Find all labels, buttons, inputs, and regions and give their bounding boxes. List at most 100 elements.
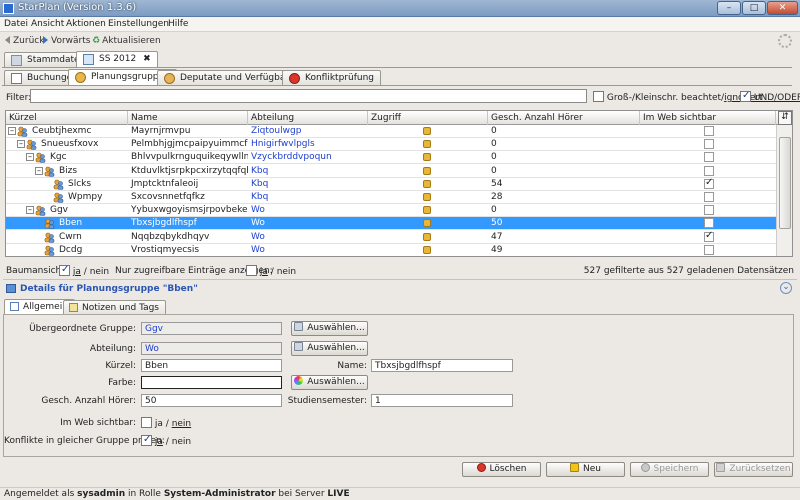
semester-field[interactable]: 1 [371,394,513,407]
column-header-kuerzel[interactable]: Kürzel [6,111,128,125]
case-sensitive-option[interactable]: Groß-/Kleinschr. beachtet/ignoriert [593,91,763,103]
cell-abteilung[interactable]: Wo [248,217,368,230]
web-visible-checkbox[interactable] [704,205,714,216]
details-title: Details für Planungsgruppe "Bben" [20,284,198,294]
cell-name: Nqqbzqbykdhqyv [131,231,210,242]
cell-abteilung[interactable]: Wo [248,204,368,217]
column-header-abteilung[interactable]: Abteilung [248,111,368,125]
menu-hilfe[interactable]: Hilfe [168,19,188,29]
web-visible-checkbox[interactable] [704,177,714,189]
cell-name: Tbxsjbgdlfhspf [131,218,197,229]
choose-color-button[interactable]: Auswählen... [291,375,368,390]
web-visible-checkbox[interactable] [704,139,714,150]
table-row[interactable]: – Ggv Yybuxwgoyismsjrpovbekeduzk...Wo 0 [6,204,776,218]
conflict-check-checkbox[interactable] [141,434,152,446]
minimize-button[interactable]: – [717,1,741,15]
table-row[interactable]: – Snueusfxovx Pelmbhjgjmcpaipyuimmcf Hnigir… [6,138,776,152]
cell-abteilung[interactable]: Wo [248,244,368,256]
table-row[interactable]: Cwrn Nqqbzqbykdhqyv Wo 47 [6,230,776,244]
table-row[interactable]: Slcks Jmptcktnfaleoij Kbq 54 [6,177,776,191]
close-tab-icon[interactable]: ✖ [143,54,151,64]
lock-icon [423,206,431,215]
cell-name: Mayrnjrmvpu [131,126,191,136]
conflict-check-option[interactable]: ja / nein [141,434,191,447]
close-button[interactable]: ✕ [767,1,798,15]
cell-abteilung[interactable]: Kbq [248,178,368,191]
tab-ss-2012[interactable]: SS 2012 ✖ [76,51,158,67]
tab-konfliktpruefung[interactable]: Konfliktprüfung [282,70,381,85]
cell-kuerzel: Slcks [68,178,92,189]
column-header-hoerer[interactable]: Gesch. Anzahl Hörer [488,111,640,125]
lock-icon [423,153,431,162]
tree-view-checkbox[interactable] [59,264,70,276]
column-header-zugriff[interactable]: Zugriff [368,111,488,125]
collapse-details-icon[interactable]: ⌄ [780,282,792,294]
only-accessible-checkbox[interactable] [246,265,257,276]
save-button[interactable]: Speichern [630,462,709,477]
and-or-checkbox[interactable] [740,90,751,102]
table-row[interactable]: Bben Tbxsjbgdlfhspf Wo 50 [6,217,776,231]
department-field[interactable]: Wo [141,342,282,355]
filter-input[interactable] [30,89,587,103]
column-header-name[interactable]: Name [128,111,248,125]
booking-icon [11,73,22,84]
web-visible-checkbox[interactable] [704,192,714,202]
menu-einstellungen[interactable]: Einstellungen [108,19,169,29]
web-visible-checkbox[interactable] [704,165,714,176]
cell-abteilung[interactable]: Kbq [248,165,368,178]
cell-abteilung[interactable]: Kbq [248,191,368,204]
menu-ansicht[interactable]: Ansicht [31,19,64,29]
cell-abteilung[interactable]: Ziqtoulwgp [248,125,368,138]
choose-department-button[interactable]: Auswählen... [291,341,368,356]
tab-notizen[interactable]: Notizen und Tags [63,300,167,315]
column-header-web[interactable]: Im Web sichtbar [640,111,776,125]
color-field[interactable] [141,376,282,389]
and-or-option[interactable]: UND/ODER [740,90,800,103]
tree-toggle-icon[interactable]: – [26,153,34,162]
table-row[interactable]: Wpmpy Sxcovsnnetfqfkz Kbq 28 [6,191,776,204]
web-visible-checkbox[interactable] [704,218,714,229]
web-visible-checkbox[interactable] [704,230,714,242]
refresh-button[interactable]: ♻ Aktualisieren [92,36,161,46]
web-visible-checkbox[interactable] [704,244,714,255]
web-visible-option[interactable]: ja / nein [141,417,191,429]
planning-groups-table[interactable]: Kürzel Name Abteilung Zugriff Gesch. Anz… [5,110,793,257]
department-label: Abteilung: [89,344,136,354]
only-accessible-option[interactable]: ja / nein [246,265,296,277]
delete-button[interactable]: Löschen [462,462,541,477]
kuerzel-field[interactable]: Bben [141,359,282,372]
tree-toggle-icon[interactable]: – [17,140,25,149]
reset-button[interactable]: Zurücksetzen [714,462,793,477]
details-panel: Übergeordnete Gruppe: Ggv Auswählen... A… [3,314,794,457]
vertical-scrollbar[interactable] [776,125,792,256]
new-button[interactable]: Neu [546,462,625,477]
choose-parent-button[interactable]: Auswählen... [291,321,368,336]
back-button[interactable]: Zurück [5,36,44,46]
cell-abteilung[interactable]: Vzyckbrddvpoqun [248,151,368,164]
forward-button[interactable]: Vorwärts [43,36,90,46]
table-row[interactable]: Dcdg Vrostiqmyecsis Wo 49 [6,244,776,256]
column-chooser-icon[interactable]: ⇵ [778,111,792,125]
menu-aktionen[interactable]: Aktionen [66,19,106,29]
name-field[interactable]: Tbxsjbgdlfhspf [371,359,513,372]
tree-toggle-icon[interactable]: – [8,127,16,135]
parent-group-label: Übergeordnete Gruppe: [29,324,136,334]
maximize-button[interactable]: □ [742,1,766,15]
tree-toggle-icon[interactable]: – [35,166,43,175]
tree-toggle-icon[interactable]: – [26,206,34,215]
table-row[interactable]: – Bizs Ktduvlktjsrpkpcxirzytqqfqhfnok...Kb… [6,165,776,178]
web-visible-checkbox[interactable] [704,126,714,136]
tree-view-option[interactable]: ja / nein [59,264,109,277]
menu-datei[interactable]: Datei [4,19,28,29]
web-visible-checkbox[interactable] [141,417,152,428]
case-sensitive-checkbox[interactable] [593,91,604,102]
parent-group-field[interactable]: Ggv [141,322,282,335]
table-row[interactable]: – Kgc Bhlvvpulkrnguquikeqywllnyggt...Vzyck… [6,151,776,165]
hoerer-field[interactable]: 50 [141,394,282,407]
cell-abteilung[interactable]: Hnigirfwvlpgls [248,138,368,151]
table-row[interactable]: – Ceubtjhexmc Mayrnjrmvpu Ziqtoulwgp 0 [6,125,776,138]
table-header: Kürzel Name Abteilung Zugriff Gesch. Anz… [6,111,792,125]
scrollbar-thumb[interactable] [779,137,791,229]
cell-abteilung[interactable]: Wo [248,231,368,244]
web-visible-checkbox[interactable] [704,152,714,163]
